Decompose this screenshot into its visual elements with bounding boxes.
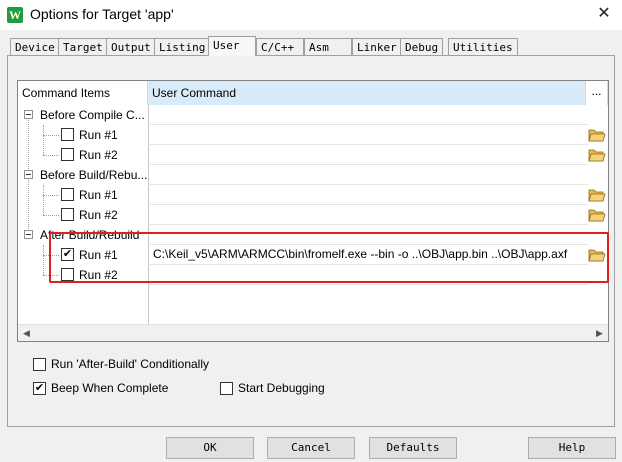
tree-item-cell: Run #1 <box>18 185 148 205</box>
tree-item-before-build-run2[interactable]: Run #2 <box>18 205 608 225</box>
tree-group-cell: Before Compile C... <box>18 105 148 125</box>
tree-item-cell: Run #2 <box>18 205 148 225</box>
column-divider <box>148 285 149 325</box>
folder-open-icon[interactable] <box>588 186 606 203</box>
start-debugging-checkbox[interactable] <box>220 382 233 395</box>
tab-cpp[interactable]: C/C++ <box>256 38 304 56</box>
run-label: Run #2 <box>79 148 118 162</box>
close-button[interactable]: ✕ <box>586 0 622 30</box>
tree-connector <box>43 135 59 136</box>
run1-checkbox[interactable] <box>61 128 74 141</box>
tab-asm[interactable]: Asm <box>304 38 352 56</box>
tab-output[interactable]: Output <box>106 38 156 56</box>
user-command-input[interactable] <box>148 205 588 225</box>
tree-group-before-build[interactable]: Before Build/Rebu... <box>18 165 608 185</box>
ok-button[interactable]: OK <box>166 437 254 459</box>
user-command-input[interactable] <box>148 185 588 205</box>
folder-open-icon[interactable] <box>588 206 606 223</box>
tree-connector <box>43 215 59 216</box>
user-command-grid: Command Items User Command ... Before Co… <box>17 80 609 342</box>
help-button[interactable]: Help <box>528 437 616 459</box>
scroll-left-icon[interactable]: ◀ <box>18 325 35 341</box>
run-after-build-checkbox[interactable] <box>33 358 46 371</box>
cancel-button[interactable]: Cancel <box>267 437 355 459</box>
tab-linker[interactable]: Linker <box>352 38 402 56</box>
tree-item-before-compile-run1[interactable]: Run #1 <box>18 125 608 145</box>
user-command-input[interactable] <box>148 125 588 145</box>
defaults-button[interactable]: Defaults <box>369 437 457 459</box>
collapse-icon[interactable] <box>24 170 33 179</box>
tree-item-cell: Run #2 <box>18 145 148 165</box>
scroll-right-icon[interactable]: ▶ <box>591 325 608 341</box>
column-header-command-items: Command Items <box>18 81 148 105</box>
run-label: Run #1 <box>79 128 118 142</box>
group-command-cell <box>148 165 588 185</box>
tab-device[interactable]: Device <box>10 38 60 56</box>
highlight-annotation-box <box>49 232 609 283</box>
more-columns-button[interactable]: ... <box>586 81 608 105</box>
tree-item-cell: Run #1 <box>18 125 148 145</box>
keil-app-icon: W <box>7 7 23 23</box>
tree-item-before-build-run1[interactable]: Run #1 <box>18 185 608 205</box>
group-label: Before Compile C... <box>40 108 145 122</box>
tab-user[interactable]: User <box>208 36 256 56</box>
tab-listing[interactable]: Listing <box>154 38 211 56</box>
run-after-build-label: Run 'After-Build' Conditionally <box>51 357 209 371</box>
tab-target[interactable]: Target <box>58 38 108 56</box>
start-debugging-label: Start Debugging <box>238 381 325 395</box>
beep-checkbox-checked[interactable]: ✔ <box>33 382 46 395</box>
horizontal-scrollbar[interactable]: ◀ ▶ <box>18 324 608 341</box>
run1-checkbox[interactable] <box>61 188 74 201</box>
run-label: Run #2 <box>79 208 118 222</box>
user-command-input[interactable] <box>148 145 588 165</box>
folder-open-icon[interactable] <box>588 126 606 143</box>
grid-header: Command Items User Command ... <box>18 81 608 105</box>
tree-group-before-compile[interactable]: Before Compile C... <box>18 105 608 125</box>
beep-label: Beep When Complete <box>51 381 169 395</box>
run2-checkbox[interactable] <box>61 148 74 161</box>
run-label: Run #1 <box>79 188 118 202</box>
window-title: Options for Target 'app' <box>30 6 174 22</box>
tree-group-cell: Before Build/Rebu... <box>18 165 148 185</box>
tree-connector <box>43 195 59 196</box>
run2-checkbox[interactable] <box>61 208 74 221</box>
title-bar: W Options for Target 'app' ✕ <box>0 0 622 30</box>
column-header-user-command: User Command <box>148 81 586 105</box>
tree-item-before-compile-run2[interactable]: Run #2 <box>18 145 608 165</box>
collapse-icon[interactable] <box>24 230 33 239</box>
folder-open-icon[interactable] <box>588 146 606 163</box>
group-label: Before Build/Rebu... <box>40 168 148 182</box>
tree-connector <box>43 155 59 156</box>
collapse-icon[interactable] <box>24 110 33 119</box>
tab-debug[interactable]: Debug <box>400 38 444 56</box>
tab-utilities[interactable]: Utilities <box>448 38 518 56</box>
group-command-cell <box>148 105 588 125</box>
